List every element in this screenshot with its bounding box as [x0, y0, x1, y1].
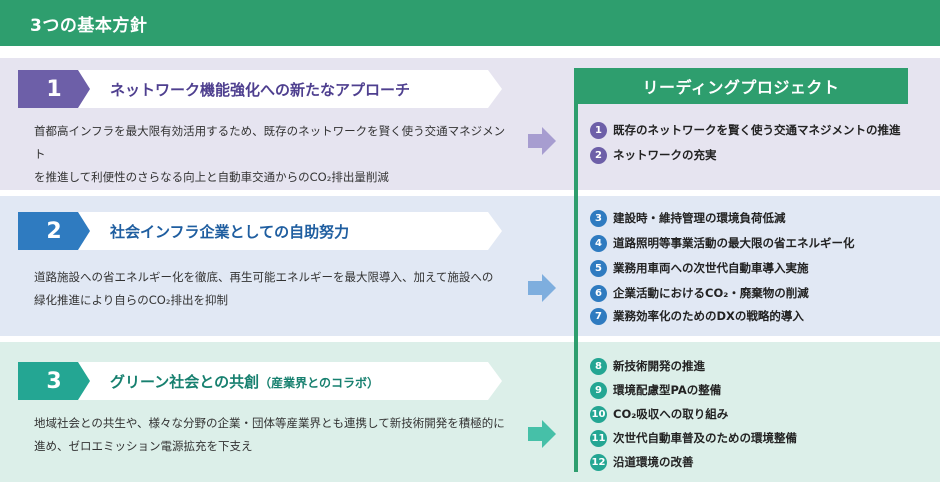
lp-item-5-number-badge: 5 — [590, 259, 607, 277]
policy-2-title-text: 社会インフラ企業としての自助努力 — [110, 223, 350, 241]
lp-item-2-text: ネットワークの充実 — [613, 148, 717, 162]
lp-item-5: 5 業務用車両への次世代自動車導入実施 — [590, 258, 809, 278]
page-title: 3つの基本方針 — [30, 16, 148, 36]
lp-item-2-number-badge: 2 — [590, 146, 607, 164]
policy-1-title: ネットワーク機能強化への新たなアプローチ — [110, 79, 410, 100]
policy-2-description-line-2: 緑化推進により自らのCO₂排出を抑制 — [34, 293, 228, 307]
lp-item-12: 12 沿道環境の改善 — [590, 452, 694, 472]
lp-item-4: 4 道路照明等事業活動の最大限の省エネルギー化 — [590, 233, 855, 253]
policy-3-banner: 3 グリーン社会との共創（産業界とのコラボ） — [18, 362, 502, 400]
lp-item-9-number-badge: 9 — [590, 381, 607, 399]
lp-item-3-text: 建設時・維持管理の環境負荷低減 — [613, 211, 786, 225]
policy-3-description: 地域社会との共生や、様々な分野の企業・団体等産業界とも連携して新技術開発を積極的… — [34, 412, 514, 458]
policy-1-arrow-icon — [528, 127, 556, 155]
leading-project-title: リーディングプロジェクト — [574, 68, 908, 104]
lp-item-3-number-badge: 3 — [590, 209, 607, 227]
lp-item-12-number-badge: 12 — [590, 453, 607, 471]
policy-1-title-text: ネットワーク機能強化への新たなアプローチ — [110, 81, 411, 99]
policy-2-banner: 2 社会インフラ企業としての自助努力 — [18, 212, 502, 250]
lp-item-7-number-badge: 7 — [590, 307, 607, 325]
policy-3-title-text: グリーン社会との共創 — [110, 373, 260, 391]
lp-item-2: 2 ネットワークの充実 — [590, 145, 717, 165]
lp-item-9-text: 環境配慮型PAの整備 — [613, 383, 722, 397]
policy-2-description: 道路施設への省エネルギー化を徹底、再生可能エネルギーを最大限導入、加えて施設への… — [34, 266, 514, 312]
lp-item-4-text: 道路照明等事業活動の最大限の省エネルギー化 — [613, 236, 855, 250]
policy-3-description-line-2: 進め、ゼロエミッション電源拡充を下支え — [34, 439, 253, 453]
lp-item-10-number-badge: 10 — [590, 405, 607, 423]
lp-item-11-number-badge: 11 — [590, 429, 607, 447]
policy-3-title: グリーン社会との共創（産業界とのコラボ） — [110, 371, 379, 392]
lp-item-6: 6 企業活動におけるCO₂・廃棄物の削減 — [590, 283, 809, 303]
policy-3-number: 3 — [18, 362, 90, 400]
policy-3-subtitle: （産業界とのコラボ） — [259, 376, 379, 390]
lp-item-3: 3 建設時・維持管理の環境負荷低減 — [590, 208, 786, 228]
lp-item-9: 9 環境配慮型PAの整備 — [590, 380, 721, 400]
lp-item-1-text: 既存のネットワークを賢く使う交通マネジメントの推進 — [613, 123, 901, 137]
header-bar: 3つの基本方針 — [0, 0, 940, 46]
policy-1-description-line-1: 首都高インフラを最大限有効活用するため、既存のネットワークを賢く使う交通マネジメ… — [34, 124, 506, 161]
lp-item-4-number-badge: 4 — [590, 234, 607, 252]
lp-item-11-text: 次世代自動車普及のための環境整備 — [613, 431, 797, 445]
policy-1-number: 1 — [18, 70, 90, 108]
lp-item-5-text: 業務用車両への次世代自動車導入実施 — [613, 261, 809, 275]
lp-item-11: 11 次世代自動車普及のための環境整備 — [590, 428, 797, 448]
policy-3-description-line-1: 地域社会との共生や、様々な分野の企業・団体等産業界とも連携して新技術開発を積極的… — [34, 416, 505, 430]
lp-item-8-text: 新技術開発の推進 — [613, 359, 705, 373]
policy-1-description: 首都高インフラを最大限有効活用するため、既存のネットワークを賢く使う交通マネジメ… — [34, 120, 514, 189]
lp-item-10-text: CO₂吸収への取り組み — [613, 407, 729, 421]
policy-3-arrow-icon — [528, 420, 556, 448]
policy-1-banner: 1 ネットワーク機能強化への新たなアプローチ — [18, 70, 502, 108]
policy-1-description-line-2: を推進して利便性のさらなる向上と自動車交通からのCO₂排出量削減 — [34, 170, 389, 184]
policy-2-arrow-icon — [528, 274, 556, 302]
policy-2-number: 2 — [18, 212, 90, 250]
lp-item-1: 1 既存のネットワークを賢く使う交通マネジメントの推進 — [590, 120, 901, 140]
lp-item-8: 8 新技術開発の推進 — [590, 356, 705, 376]
lp-item-6-text: 企業活動におけるCO₂・廃棄物の削減 — [613, 286, 809, 300]
lp-item-6-number-badge: 6 — [590, 284, 607, 302]
lp-item-12-text: 沿道環境の改善 — [613, 455, 694, 469]
lp-item-1-number-badge: 1 — [590, 121, 607, 139]
policy-2-title: 社会インフラ企業としての自助努力 — [110, 221, 349, 242]
lp-item-7-text: 業務効率化のためのDXの戦略的導入 — [613, 309, 804, 323]
lp-item-8-number-badge: 8 — [590, 357, 607, 375]
lp-item-7: 7 業務効率化のためのDXの戦略的導入 — [590, 306, 804, 326]
policy-2-description-line-1: 道路施設への省エネルギー化を徹底、再生可能エネルギーを最大限導入、加えて施設への — [34, 270, 494, 284]
lp-item-10: 10 CO₂吸収への取り組み — [590, 404, 728, 424]
